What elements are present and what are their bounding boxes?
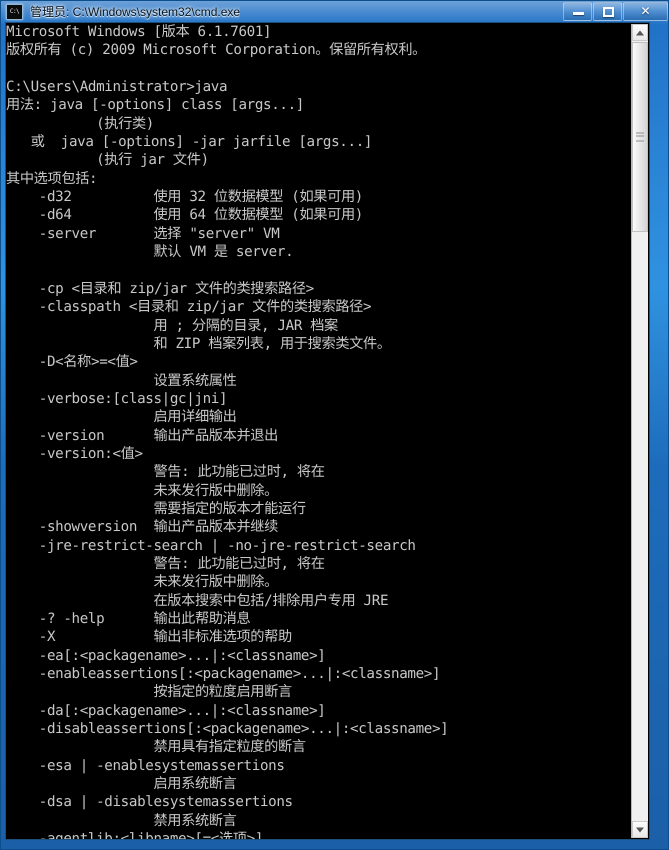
scroll-up-button[interactable] xyxy=(632,24,648,41)
scrollbar-thumb[interactable] xyxy=(632,42,648,232)
chevron-down-icon xyxy=(636,827,644,832)
scroll-down-button[interactable] xyxy=(632,821,648,838)
console-client-area[interactable]: Microsoft Windows [版本 6.1.7601] 版权所有 (c)… xyxy=(5,22,650,840)
close-button[interactable]: ✕ xyxy=(623,2,668,21)
grip-icon xyxy=(636,132,644,142)
restore-icon xyxy=(603,7,614,17)
minimize-icon xyxy=(573,12,584,15)
close-icon: ✕ xyxy=(640,4,651,18)
vertical-scrollbar[interactable] xyxy=(631,24,648,838)
console-output: Microsoft Windows [版本 6.1.7601] 版权所有 (c)… xyxy=(6,24,449,840)
minimize-button[interactable] xyxy=(563,2,592,21)
window-controls: ✕ xyxy=(562,2,668,21)
chevron-up-icon xyxy=(636,30,644,35)
restore-button[interactable] xyxy=(593,2,622,21)
title-bar[interactable]: C:\ 管理员: C:\Windows\system32\cmd.exe ✕ xyxy=(1,1,668,22)
window-title: 管理员: C:\Windows\system32\cmd.exe xyxy=(30,5,241,19)
cmd-icon: C:\ xyxy=(6,3,23,20)
cmd-window: C:\ 管理员: C:\Windows\system32\cmd.exe ✕ M… xyxy=(0,0,669,850)
